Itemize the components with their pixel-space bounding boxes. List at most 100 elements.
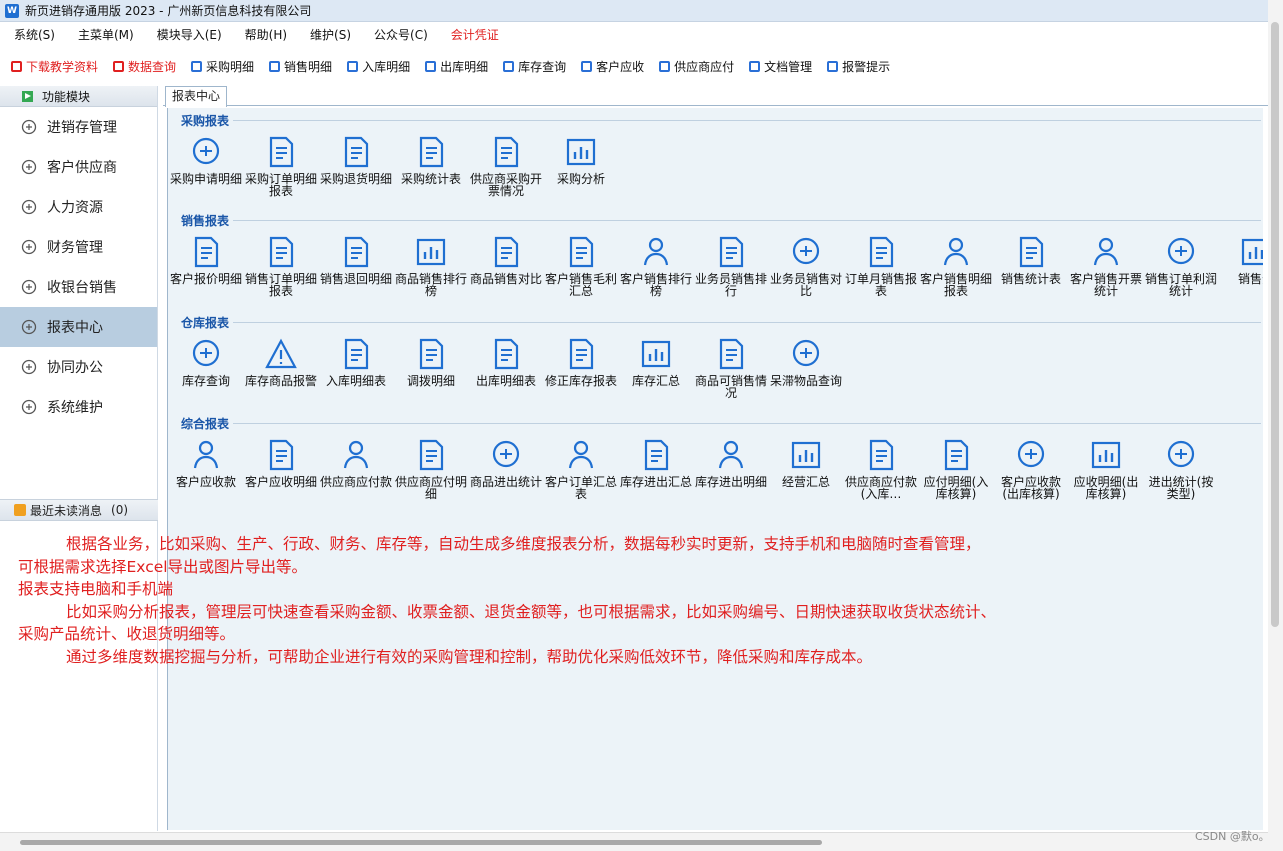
- report-tile[interactable]: 商品可销售情况: [693, 337, 769, 399]
- report-tile-label: 供应商应付款(入库…: [844, 475, 917, 501]
- user-yen-icon: [1093, 237, 1119, 266]
- sidebar-item-3[interactable]: 财务管理: [0, 227, 157, 267]
- report-tile[interactable]: 库存查询: [168, 337, 244, 387]
- report-tile[interactable]: 应付明细(入库核算): [918, 438, 994, 500]
- description-text: 根据各业务，比如采购、生产、行政、财务、库存等，自动生成多维度报表分析，数据每秒…: [18, 533, 1118, 668]
- report-tile[interactable]: 调拨明细: [393, 337, 469, 387]
- toolbar-item-9[interactable]: 文档管理: [749, 58, 816, 75]
- report-tile[interactable]: 供应商采购开票情况: [468, 135, 544, 197]
- toolbar-item-1[interactable]: 数据查询: [113, 58, 180, 75]
- report-tile[interactable]: 采购订单明细报表: [243, 135, 319, 197]
- toolbar-item-label: 销售明细: [284, 59, 333, 74]
- report-tile[interactable]: 客户应收明细: [243, 438, 319, 488]
- horizontal-scrollbar[interactable]: [0, 832, 1268, 851]
- report-tile[interactable]: 库存进出明细: [693, 438, 769, 488]
- checkbox-icon: [347, 60, 359, 72]
- report-tile[interactable]: 供应商应付款: [318, 438, 394, 488]
- cart-doc-icon: [269, 136, 294, 168]
- report-tile-label: 采购申请明细: [169, 172, 242, 186]
- menu-item-2[interactable]: 模块导入(E): [143, 26, 231, 43]
- report-tile[interactable]: 客户报价明细: [168, 235, 244, 285]
- toolbar-item-3[interactable]: 销售明细: [269, 58, 336, 75]
- report-tile[interactable]: 采购申请明细: [168, 135, 244, 185]
- toolbar-item-7[interactable]: 客户应收: [581, 58, 648, 75]
- report-tile[interactable]: 销售订单利润统计: [1143, 235, 1219, 297]
- sidebar-item-0[interactable]: 进销存管理: [0, 107, 157, 147]
- sidebar-item-7[interactable]: 系统维护: [0, 387, 157, 427]
- report-tile[interactable]: 供应商应付明细: [393, 438, 469, 500]
- vertical-scrollbar[interactable]: [1268, 0, 1283, 851]
- report-tile[interactable]: 采购退货明细: [318, 135, 394, 185]
- sidebar-item-4[interactable]: 收银台销售: [0, 267, 157, 307]
- toolbar-item-label: 采购明细: [206, 59, 255, 74]
- menu-item-4[interactable]: 维护(S): [296, 26, 360, 43]
- report-tile[interactable]: 入库明细表: [318, 337, 394, 387]
- toolbar-item-4[interactable]: 入库明细: [347, 58, 414, 75]
- report-tile[interactable]: 呆滞物品查询: [768, 337, 844, 387]
- clock-doc-icon: [1019, 236, 1044, 268]
- report-tile[interactable]: 库存商品报警: [243, 337, 319, 387]
- report-tile-label: 库存进出明细: [694, 475, 767, 489]
- report-tile[interactable]: 出库明细表: [468, 337, 544, 387]
- speaker-icon: [14, 504, 26, 516]
- user-chart-icon: [643, 237, 669, 266]
- section-divider: [233, 423, 1261, 424]
- toolbar-item-6[interactable]: 库存查询: [503, 58, 570, 75]
- report-tile[interactable]: 销售订单明细报表: [243, 235, 319, 297]
- user-yen-icon: [193, 440, 219, 469]
- report-tile[interactable]: 修正库存报表: [543, 337, 619, 387]
- report-tile[interactable]: 客户应收款: [168, 438, 244, 488]
- report-tile[interactable]: 进出统计(按类型): [1143, 438, 1219, 500]
- menu-item-6[interactable]: 会计凭证: [437, 26, 508, 43]
- report-tile[interactable]: 供应商应付款(入库…: [843, 438, 919, 500]
- checkbox-icon: [659, 60, 671, 72]
- report-tile[interactable]: 商品进出统计: [468, 438, 544, 488]
- sidebar-item-6[interactable]: 协同办公: [0, 347, 157, 387]
- report-tile[interactable]: 客户销售明细报表: [918, 235, 994, 297]
- report-tile-label: 采购退货明细: [319, 172, 392, 186]
- report-tile[interactable]: 销售统计表: [993, 235, 1069, 285]
- sidebar-item-1[interactable]: 客户供应商: [0, 147, 157, 187]
- report-tile[interactable]: 销售分: [1218, 235, 1263, 285]
- report-tile[interactable]: 订单月销售报表: [843, 235, 919, 297]
- report-tile[interactable]: 业务员销售排行: [693, 235, 769, 297]
- sidebar-item-5[interactable]: 报表中心: [0, 307, 157, 347]
- report-tile[interactable]: 采购统计表: [393, 135, 469, 185]
- report-tile[interactable]: 库存汇总: [618, 337, 694, 387]
- vertical-scroll-thumb[interactable]: [1271, 22, 1279, 627]
- report-tile[interactable]: 客户销售排行榜: [618, 235, 694, 297]
- toolbar-item-10[interactable]: 报警提示: [827, 58, 894, 75]
- window-title: 新页进销存通用版 2023 - 广州新页信息科技有限公司: [25, 4, 312, 18]
- toolbar-item-0[interactable]: 下载教学资料: [11, 58, 102, 75]
- sidebar-item-2[interactable]: 人力资源: [0, 187, 157, 227]
- check-doc-icon: [644, 439, 669, 471]
- report-tile[interactable]: 应收明细(出库核算): [1068, 438, 1144, 500]
- menu-item-5[interactable]: 公众号(C): [360, 26, 437, 43]
- report-tile-label: 供应商应付明细: [394, 475, 467, 501]
- report-tile-label: 入库明细表: [325, 374, 386, 388]
- user-dollar-icon: [343, 440, 369, 469]
- checkbox-icon: [827, 60, 839, 72]
- menu-item-1[interactable]: 主菜单(M): [64, 26, 143, 43]
- messages-header[interactable]: 最近未读消息 (0): [0, 499, 158, 521]
- report-tile[interactable]: 客户销售开票统计: [1068, 235, 1144, 297]
- report-tile[interactable]: 客户应收款(出库核算): [993, 438, 1069, 500]
- toolbar-item-8[interactable]: 供应商应付: [659, 58, 738, 75]
- report-tile[interactable]: 商品销售排行榜: [393, 235, 469, 297]
- report-tile[interactable]: 业务员销售对比: [768, 235, 844, 297]
- report-tile[interactable]: 客户销售毛利汇总: [543, 235, 619, 297]
- report-tile[interactable]: 商品销售对比: [468, 235, 544, 285]
- toolbar-item-2[interactable]: 采购明细: [191, 58, 258, 75]
- report-tile[interactable]: 销售退回明细: [318, 235, 394, 285]
- menu-item-0[interactable]: 系统(S): [0, 26, 64, 43]
- report-tile[interactable]: 经营汇总: [768, 438, 844, 488]
- tab-report-center[interactable]: 报表中心: [165, 86, 228, 107]
- toolbar-item-5[interactable]: 出库明细: [425, 58, 492, 75]
- monitor-icon: [21, 319, 37, 335]
- report-tile[interactable]: 库存进出汇总: [618, 438, 694, 488]
- report-tile[interactable]: 采购分析: [543, 135, 619, 185]
- user-icon: [21, 199, 37, 215]
- report-tile[interactable]: 客户订单汇总表: [543, 438, 619, 500]
- menu-item-3[interactable]: 帮助(H): [231, 26, 296, 43]
- horizontal-scroll-thumb[interactable]: [20, 840, 822, 845]
